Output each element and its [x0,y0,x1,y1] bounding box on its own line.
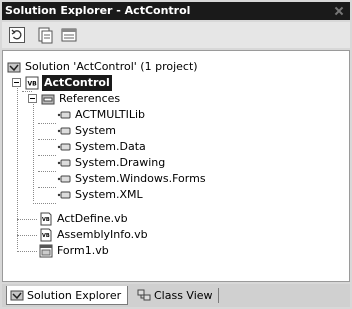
reference-icon [57,108,71,122]
collapse-icon[interactable] [28,94,37,103]
close-icon[interactable] [334,6,344,16]
collapse-icon[interactable] [12,78,21,87]
reference-label: System.XML [75,188,143,201]
properties-button[interactable] [60,26,80,44]
reference-label: System.Drawing [75,156,166,169]
tree-line [33,97,34,201]
tree-line [38,139,56,140]
tree-line [38,187,56,188]
tree-line [38,155,56,156]
vb-file-icon: VB [39,228,53,242]
tree-line [17,251,37,252]
form-file-icon [39,244,53,258]
refresh-icon [9,27,25,43]
tree-line [22,91,32,92]
refresh-button[interactable] [8,26,28,44]
tab-bar: Solution Explorer Class View [2,284,350,307]
references-label: References [59,92,121,105]
vb-project-icon: VB [25,76,39,90]
window-title: Solution Explorer - ActControl [5,4,191,17]
show-all-files-button[interactable] [36,26,56,44]
reference-label: System.Windows.Forms [75,172,206,185]
reference-icon [57,188,71,202]
vb-file-icon: VB [39,212,53,226]
solution-tree[interactable]: Solution 'ActControl' (1 project) VB Act… [2,50,350,282]
tab-separator [218,288,219,303]
solution-label: Solution 'ActControl' (1 project) [25,60,198,73]
tree-line [17,219,37,220]
file-label: Form1.vb [57,244,109,257]
show-all-files-icon [38,27,53,44]
tree-line [38,123,56,124]
solution-explorer-panel: Solution Explorer - ActControl Solution … [0,0,352,309]
tree-line [17,235,37,236]
tree-line [38,171,56,172]
svg-text:VB: VB [42,233,50,239]
tab-solution-explorer[interactable]: Solution Explorer [6,286,129,305]
project-label: ActControl [42,75,112,91]
tab-label: Class View [154,289,213,302]
tab-class-view[interactable]: Class View [134,286,219,305]
title-bar[interactable]: Solution Explorer - ActControl [2,2,350,20]
references-folder-icon [41,92,55,106]
reference-icon [57,124,71,138]
tree-line [17,81,18,249]
tab-label: Solution Explorer [27,289,122,302]
class-view-icon [137,288,151,302]
svg-text:VB: VB [28,81,38,88]
svg-text:VB: VB [42,217,50,223]
solution-icon [7,60,21,74]
solution-explorer-icon [10,288,24,302]
properties-icon [61,28,77,42]
reference-label: ACTMULTILib [75,108,146,121]
tree-line [33,203,56,204]
reference-label: System [75,124,117,137]
file-label: ActDefine.vb [57,212,128,225]
file-label: AssemblyInfo.vb [57,228,148,241]
reference-icon [57,172,71,186]
reference-label: System.Data [75,140,146,153]
reference-icon [57,140,71,154]
toolbar [2,22,350,48]
reference-icon [57,156,71,170]
